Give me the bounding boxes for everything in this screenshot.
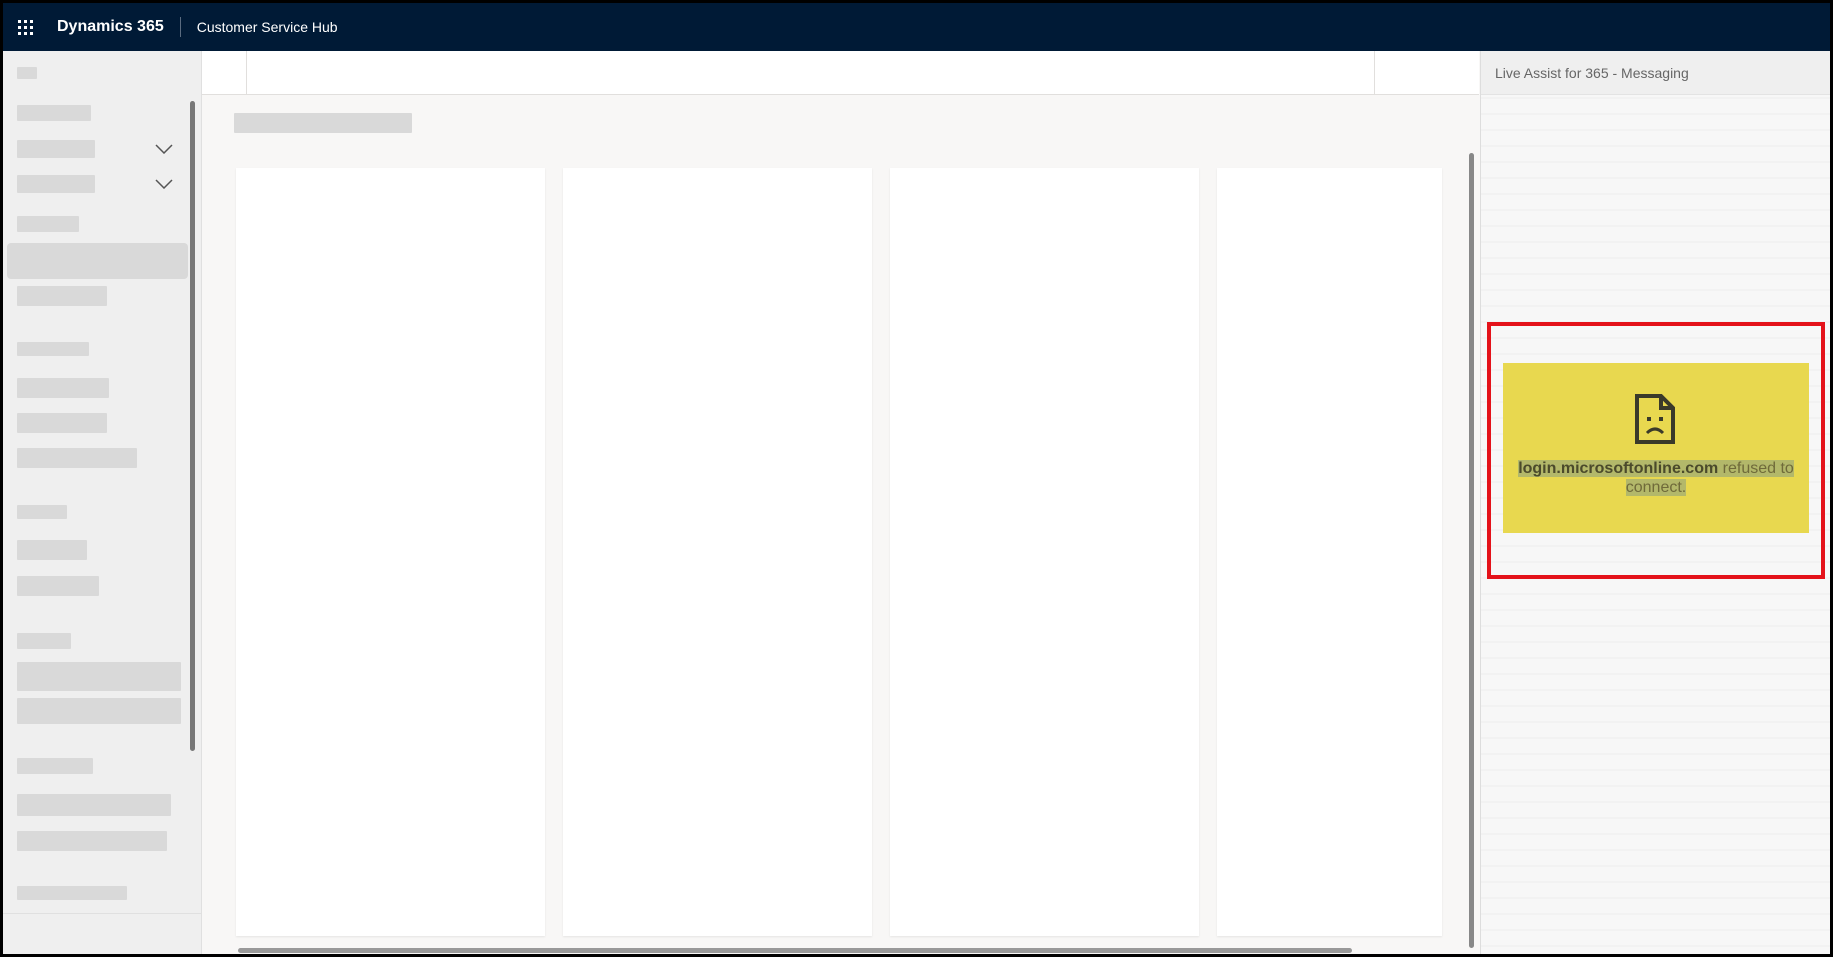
nav-skeleton-item[interactable] <box>17 540 87 560</box>
nav-skeleton-item[interactable] <box>17 662 181 691</box>
nav-scrollbar[interactable] <box>190 101 195 751</box>
top-nav-bar: Dynamics 365 Customer Service Hub <box>3 3 1830 51</box>
nav-skeleton-item <box>17 105 91 121</box>
nav-skeleton-item[interactable] <box>17 448 137 468</box>
iframe-error: login.microsoftonline.com refused to con… <box>1503 363 1809 533</box>
app-name[interactable]: Customer Service Hub <box>197 19 338 35</box>
chevron-down-icon[interactable] <box>155 179 173 189</box>
nav-skeleton-item[interactable] <box>17 286 107 306</box>
brand-title[interactable]: Dynamics 365 <box>57 18 164 36</box>
app-launcher-button[interactable] <box>3 3 47 51</box>
nav-skeleton-selected-item[interactable] <box>7 243 188 279</box>
nav-skeleton-item[interactable] <box>17 831 167 851</box>
dashboard-card <box>1217 168 1442 936</box>
nav-skeleton-item[interactable] <box>17 378 109 398</box>
waffle-icon <box>17 19 33 35</box>
nav-skeleton-header <box>17 758 93 774</box>
dashboard-card <box>890 168 1199 936</box>
nav-skeleton-item[interactable] <box>17 413 107 433</box>
nav-skeleton-item[interactable] <box>17 576 99 596</box>
nav-skeleton-header <box>17 342 89 356</box>
panel-title: Live Assist for 365 - Messaging <box>1495 64 1689 81</box>
command-bar-divider <box>1374 51 1375 94</box>
nav-skeleton-group[interactable] <box>17 140 95 158</box>
title-divider <box>179 17 181 37</box>
error-domain: login.microsoftonline.com <box>1518 460 1719 477</box>
sitemap-nav <box>3 51 202 954</box>
dashboard-card <box>236 168 545 936</box>
sad-document-icon <box>1635 394 1675 444</box>
command-bar <box>202 51 1479 95</box>
nav-divider <box>3 913 201 914</box>
nav-skeleton-header <box>17 216 79 232</box>
panel-header: Live Assist for 365 - Messaging <box>1481 51 1830 95</box>
chevron-down-icon[interactable] <box>155 144 173 154</box>
main-horizontal-scrollbar[interactable] <box>238 948 1352 953</box>
app-window: Dynamics 365 Customer Service Hub Live A… <box>3 3 1830 954</box>
dashboard-card <box>563 168 872 936</box>
live-assist-panel: Live Assist for 365 - Messaging login.mi… <box>1480 51 1830 954</box>
nav-skeleton-item[interactable] <box>17 886 127 900</box>
command-bar-divider <box>246 51 247 94</box>
nav-skeleton-item[interactable] <box>17 794 171 816</box>
nav-skeleton-header <box>17 633 71 649</box>
page-title-skeleton <box>234 113 412 133</box>
nav-skeleton-header <box>17 505 67 519</box>
nav-skeleton-item[interactable] <box>17 698 181 724</box>
error-message: login.microsoftonline.com refused to con… <box>1503 459 1809 497</box>
nav-skeleton-toggle[interactable] <box>17 67 37 79</box>
main-vertical-scrollbar[interactable] <box>1469 153 1474 948</box>
nav-skeleton-group[interactable] <box>17 175 95 193</box>
